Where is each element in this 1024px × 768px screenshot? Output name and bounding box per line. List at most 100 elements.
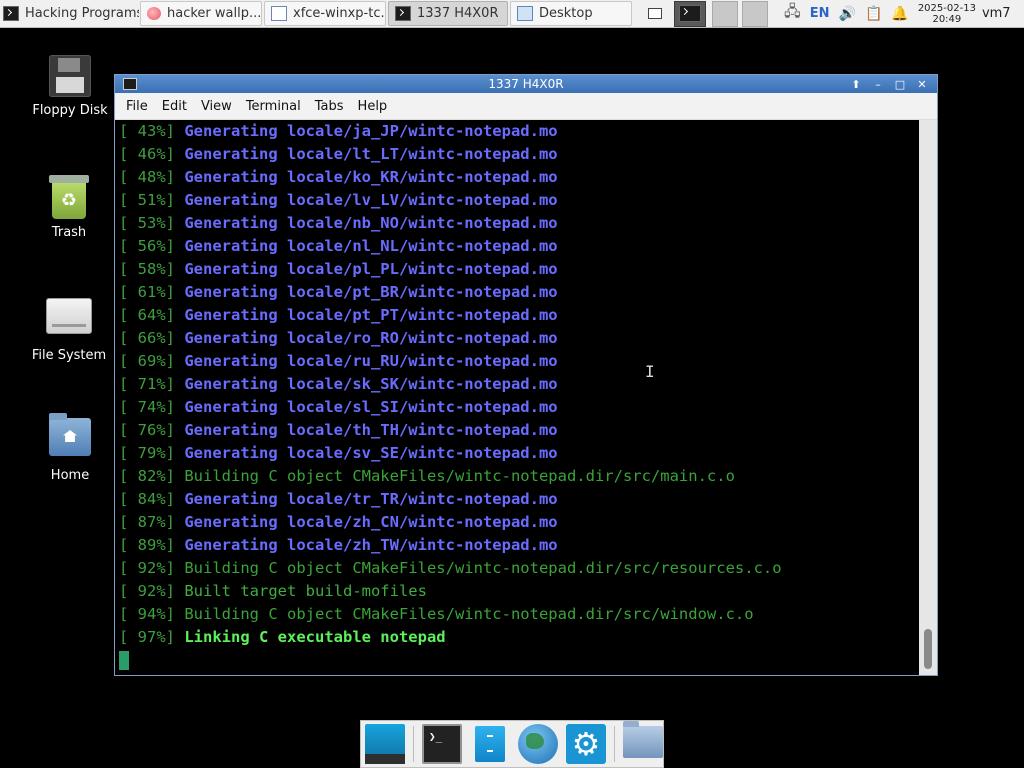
terminal-dock-icon[interactable]	[422, 724, 462, 764]
terminal-icon	[679, 5, 701, 22]
hostname[interactable]: vm7	[982, 6, 1011, 21]
notification-bell-icon[interactable]: 🔔	[891, 6, 908, 22]
close-icon[interactable]: ✕	[915, 78, 929, 91]
progress-percent: [ 58%]	[119, 260, 175, 278]
window-title: 1337 H4X0R	[488, 77, 564, 91]
progress-percent: [ 46%]	[119, 145, 175, 163]
scrollbar-thumb[interactable]	[924, 629, 932, 669]
build-message: Generating locale/zh_CN/wintc-notepad.mo	[184, 513, 558, 531]
text-cursor	[119, 651, 129, 670]
terminal-app-icon[interactable]	[123, 78, 137, 90]
menu-file[interactable]: File	[119, 99, 155, 114]
web-browser-globe-icon[interactable]	[518, 724, 558, 764]
task-desktop[interactable]: Desktop	[510, 1, 632, 26]
build-message: Generating locale/tr_TR/wintc-notepad.mo	[184, 490, 558, 508]
folder-dock-icon[interactable]	[623, 721, 663, 764]
clipboard-icon[interactable]: 📋	[865, 6, 882, 22]
menu-tabs[interactable]: Tabs	[308, 99, 351, 114]
terminal-line: [ 92%] Built target build-mofiles	[115, 580, 919, 603]
shade-up-icon[interactable]: ⬆	[849, 78, 863, 91]
terminal-output[interactable]: [ 43%] Generating locale/ja_JP/wintc-not…	[115, 120, 919, 675]
build-message: Generating locale/lt_LT/wintc-notepad.mo	[184, 145, 558, 163]
terminal-line: [ 48%] Generating locale/ko_KR/wintc-not…	[115, 166, 919, 189]
task-1337-h4x0r[interactable]: 1337 H4X0R	[388, 1, 508, 26]
desktop-icon	[517, 6, 533, 21]
menu-view[interactable]: View	[194, 99, 239, 114]
trash-icon: ♻	[49, 175, 89, 219]
task-hacker-wallpaper[interactable]: hacker wallp...	[140, 1, 262, 26]
terminal-line: [ 51%] Generating locale/lv_LV/wintc-not…	[115, 189, 919, 212]
terminal-line: [ 82%] Building C object CMakeFiles/wint…	[115, 465, 919, 488]
terminal-line: [ 84%] Generating locale/tr_TR/wintc-not…	[115, 488, 919, 511]
desktop-icon-file-system[interactable]: File System	[24, 298, 114, 363]
desktop-icon-floppy-disk[interactable]: Floppy Disk	[25, 55, 115, 118]
build-message: Generating locale/pt_BR/wintc-notepad.mo	[184, 283, 558, 301]
progress-percent: [ 61%]	[119, 283, 175, 301]
terminal-icon	[395, 6, 411, 21]
terminal-line: [ 92%] Building C object CMakeFiles/wint…	[115, 557, 919, 580]
terminal-line: [ 53%] Generating locale/nb_NO/wintc-not…	[115, 212, 919, 235]
progress-percent: [ 82%]	[119, 467, 175, 485]
terminal-line: [ 94%] Building C object CMakeFiles/wint…	[115, 603, 919, 626]
volume-icon[interactable]: 🔊	[839, 6, 856, 22]
file-cabinet-dock-icon[interactable]	[470, 724, 510, 764]
menu-edit[interactable]: Edit	[155, 99, 194, 114]
terminal-line: [ 76%] Generating locale/th_TH/wintc-not…	[115, 419, 919, 442]
task-label: xfce-winxp-tc...	[293, 6, 386, 21]
build-message: Generating locale/zh_TW/wintc-notepad.mo	[184, 536, 558, 554]
system-tray: 🖧 EN 🔊 📋 🔔 2025-02-13 20:49	[784, 1, 976, 26]
window-titlebar[interactable]: 1337 H4X0R ⬆ – □ ✕	[115, 75, 937, 93]
settings-gear-icon[interactable]: ⚙	[566, 724, 606, 764]
terminal-window: 1337 H4X0R ⬆ – □ ✕ File Edit View Termin…	[114, 74, 938, 676]
task-xfce-winxp[interactable]: xfce-winxp-tc...	[264, 1, 386, 26]
menu-terminal[interactable]: Terminal	[239, 99, 308, 114]
build-message: Generating locale/sk_SK/wintc-notepad.mo	[184, 375, 558, 393]
build-message: Generating locale/sl_SI/wintc-notepad.mo	[184, 398, 558, 416]
home-folder-icon	[49, 413, 91, 456]
terminal-prompt-line	[115, 649, 919, 672]
progress-percent: [ 69%]	[119, 352, 175, 370]
clock-time: 20:49	[932, 13, 962, 25]
task-label: Hacking Programs ☰	[25, 6, 140, 21]
workspace-2[interactable]	[712, 0, 738, 27]
hard-drive-icon	[46, 298, 92, 334]
clock[interactable]: 2025-02-13 20:49	[918, 3, 976, 25]
progress-percent: [ 43%]	[119, 122, 175, 140]
desktop-icon-label: Home	[50, 468, 90, 483]
menu-help[interactable]: Help	[351, 99, 395, 114]
network-icon[interactable]: 🖧	[784, 1, 801, 26]
terminal-scrollbar[interactable]	[919, 120, 937, 675]
terminal-line: [ 69%] Generating locale/ru_RU/wintc-not…	[115, 350, 919, 373]
terminal-icon	[3, 6, 19, 21]
clock-date: 2025-02-13	[917, 2, 976, 14]
terminal-line: [ 64%] Generating locale/pt_PT/wintc-not…	[115, 304, 919, 327]
progress-percent: [ 94%]	[119, 605, 175, 623]
desktop-icon-label: Floppy Disk	[32, 103, 108, 118]
terminal-line: [ 79%] Generating locale/sv_SE/wintc-not…	[115, 442, 919, 465]
workspace-3[interactable]	[742, 0, 768, 27]
desktop-icon-trash[interactable]: ♻ Trash	[24, 175, 114, 240]
build-message: Generating locale/pl_PL/wintc-notepad.mo	[184, 260, 558, 278]
progress-percent: [ 79%]	[119, 444, 175, 462]
progress-percent: [ 87%]	[119, 513, 175, 531]
progress-percent: [ 53%]	[119, 214, 175, 232]
show-desktop-button[interactable]	[646, 5, 664, 23]
progress-percent: [ 92%]	[119, 559, 175, 577]
desktop-icon-home[interactable]: Home	[25, 413, 115, 483]
terminal-line: [ 97%] Linking C executable notepad	[115, 626, 919, 649]
progress-percent: [ 89%]	[119, 536, 175, 554]
menu-bar: File Edit View Terminal Tabs Help	[115, 93, 937, 120]
terminal-line: [ 58%] Generating locale/pl_PL/wintc-not…	[115, 258, 919, 281]
build-message: Built target build-mofiles	[184, 582, 427, 600]
progress-percent: [ 97%]	[119, 628, 175, 646]
workspace-1[interactable]	[674, 0, 706, 27]
terminal-line: [ 87%] Generating locale/zh_CN/wintc-not…	[115, 511, 919, 534]
show-desktop-dock-icon[interactable]	[365, 724, 405, 764]
progress-percent: [ 66%]	[119, 329, 175, 347]
minimize-icon[interactable]: –	[871, 78, 885, 91]
language-indicator[interactable]: EN	[810, 6, 830, 21]
dock-separator	[614, 726, 615, 762]
maximize-icon[interactable]: □	[893, 78, 907, 91]
progress-percent: [ 51%]	[119, 191, 175, 209]
task-hacking-programs[interactable]: Hacking Programs ☰	[0, 1, 140, 26]
